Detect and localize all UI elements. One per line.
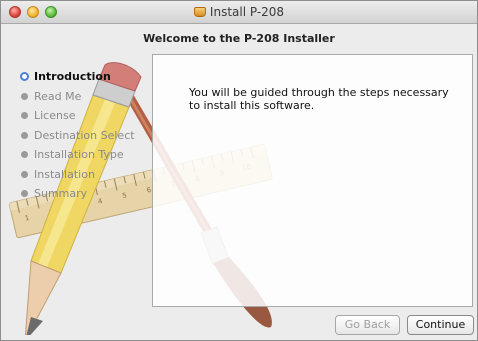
step-dot-icon — [21, 170, 28, 178]
continue-button[interactable]: Continue — [407, 315, 474, 335]
step-introduction: Introduction — [20, 67, 135, 87]
installer-steps: Introduction Read Me License Destination… — [20, 67, 135, 204]
step-dot-icon — [21, 190, 28, 198]
step-label: Summary — [34, 187, 88, 201]
step-dot-icon — [21, 112, 28, 120]
go-back-button[interactable]: Go Back — [335, 315, 400, 335]
step-installation: Installation — [21, 165, 135, 185]
introduction-text: You will be guided through the steps nec… — [189, 86, 449, 112]
step-dot-icon — [21, 131, 28, 139]
step-label: Installation — [34, 167, 95, 181]
step-label: Installation Type — [34, 148, 124, 162]
installer-package-icon — [193, 7, 206, 17]
step-label: Read Me — [34, 89, 82, 103]
step-read-me: Read Me — [21, 87, 135, 107]
step-license: License — [21, 106, 135, 126]
step-destination-select: Destination Select — [21, 126, 135, 146]
welcome-heading: Welcome to the P-208 Installer — [143, 32, 335, 45]
current-step-icon — [20, 72, 29, 82]
step-label: Introduction — [34, 70, 111, 84]
window-title: Install P-208 — [209, 5, 285, 19]
step-label: License — [34, 109, 76, 123]
installer-window: Install P-208 Welcome to the P-208 Insta… — [0, 0, 478, 341]
step-dot-icon — [21, 92, 28, 100]
step-label: Destination Select — [34, 128, 135, 142]
step-dot-icon — [21, 151, 28, 159]
window-title-area: Install P-208 — [1, 5, 477, 19]
title-bar: Install P-208 — [1, 1, 477, 24]
step-installation-type: Installation Type — [21, 145, 135, 165]
content-pane: You will be guided through the steps nec… — [152, 54, 473, 307]
step-summary: Summary — [21, 184, 135, 204]
